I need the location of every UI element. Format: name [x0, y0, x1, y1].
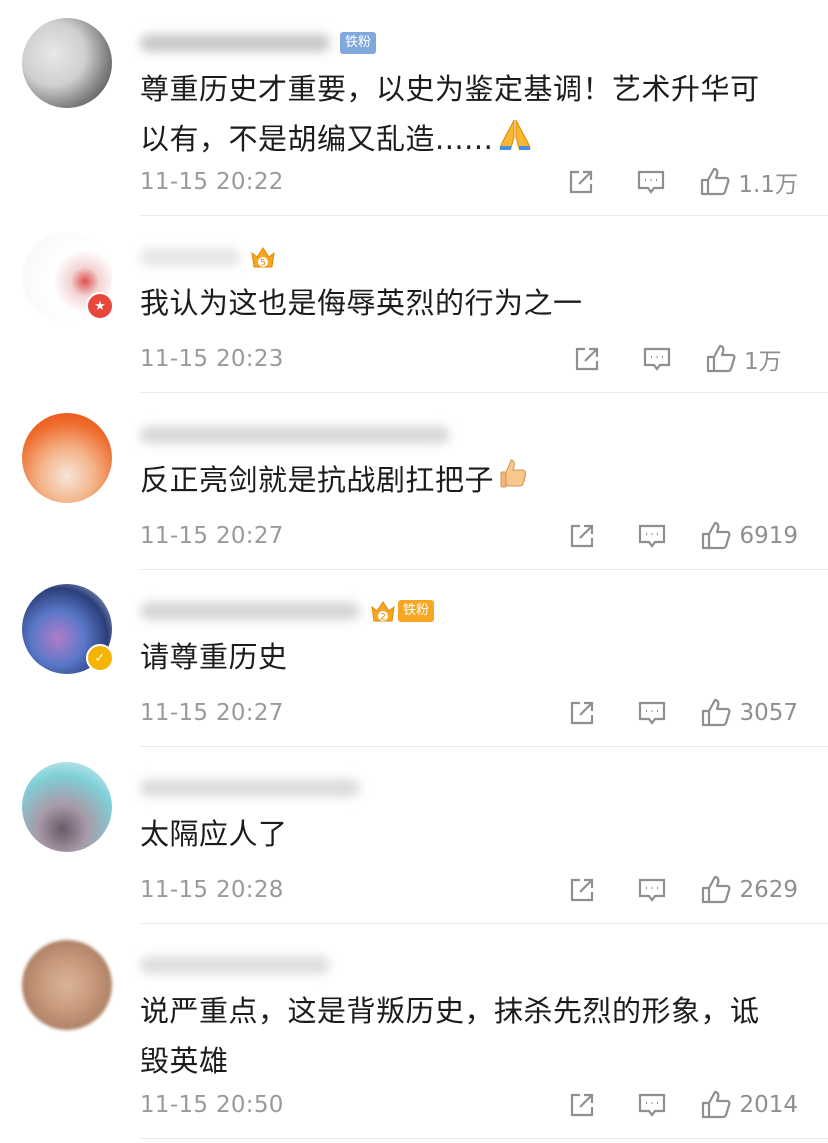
like-button[interactable]: 6919: [699, 519, 798, 553]
comment-text: 太隔应人了: [140, 809, 784, 859]
username-blurred[interactable]: [140, 426, 450, 444]
comment-text-content: 反正亮剑就是抗战剧扛把子: [140, 463, 495, 497]
comment-time: 11-15 20:27: [140, 523, 284, 549]
like-button[interactable]: 3057: [699, 696, 798, 730]
divider: [140, 392, 828, 393]
thumbs-up-icon: [498, 457, 530, 507]
avatar[interactable]: [22, 940, 112, 1030]
fan-badge: 铁粉: [398, 600, 435, 622]
divider: [140, 1138, 828, 1139]
username-row[interactable]: [140, 773, 370, 803]
comment-time: 11-15 20:50: [140, 1092, 284, 1118]
comment-icon[interactable]: [635, 519, 669, 553]
comment-actions: 3057: [565, 693, 798, 733]
comment-text: 我认为这也是侮辱英烈的行为之一: [140, 278, 784, 328]
comment-icon[interactable]: [635, 1088, 669, 1122]
avatar[interactable]: ✓: [22, 584, 114, 674]
comment-actions: 1.1万: [564, 162, 798, 202]
like-icon[interactable]: [699, 519, 733, 553]
comment-actions: 6919: [565, 516, 798, 556]
comment-text: 尊重历史才重要，以史为鉴定基调！艺术升华可以有，不是胡编又乱造......: [140, 64, 784, 166]
like-count: 6919: [739, 523, 798, 549]
comment-text: 说严重点，这是背叛历史，抹杀先烈的形象，诋毁英雄: [140, 986, 784, 1086]
comment-actions: 2014: [565, 1085, 798, 1125]
verified-badge-icon: ✓: [86, 644, 114, 672]
like-count: 2629: [739, 877, 798, 903]
comment-time: 11-15 20:22: [140, 169, 284, 195]
avatar[interactable]: ★: [22, 232, 114, 322]
comment-meta: 11-15 20:27 3057: [140, 693, 798, 733]
like-icon[interactable]: [699, 1088, 733, 1122]
username-blurred[interactable]: [140, 779, 360, 797]
like-icon[interactable]: [704, 342, 738, 376]
share-icon[interactable]: [565, 873, 599, 907]
username-row[interactable]: 5: [140, 242, 278, 272]
share-icon[interactable]: [570, 342, 604, 376]
comment-icon[interactable]: [635, 873, 669, 907]
comment-meta: 11-15 20:50 2014: [140, 1085, 798, 1125]
comment-icon[interactable]: [635, 696, 669, 730]
folded-hands-icon: [497, 116, 533, 166]
username-row[interactable]: [140, 950, 340, 980]
crown-badge-icon: 5: [250, 243, 276, 271]
comment-actions: 1万: [570, 339, 798, 379]
like-button[interactable]: 2014: [699, 1088, 798, 1122]
comment-text-content: 说严重点，这是背叛历史，抹杀先烈的形象，诋毁英雄: [140, 994, 760, 1078]
verified-badge-icon: ★: [86, 292, 114, 320]
username-row[interactable]: 2 铁粉: [140, 596, 435, 626]
username-blurred[interactable]: [140, 602, 360, 620]
divider: [140, 746, 828, 747]
like-button[interactable]: 1.1万: [698, 165, 798, 199]
share-icon[interactable]: [564, 165, 598, 199]
username-row[interactable]: 铁粉: [140, 28, 377, 58]
share-icon[interactable]: [565, 1088, 599, 1122]
comment-time: 11-15 20:27: [140, 700, 284, 726]
username-blurred[interactable]: [140, 956, 330, 974]
avatar[interactable]: [22, 762, 112, 852]
comment-text-content: 请尊重历史: [140, 640, 288, 674]
like-count: 1.1万: [738, 172, 798, 198]
comment-meta: 11-15 20:28 2629: [140, 870, 798, 910]
divider: [140, 923, 828, 924]
comment-actions: 2629: [565, 870, 798, 910]
share-icon[interactable]: [565, 519, 599, 553]
crown-level: 5: [260, 259, 266, 269]
avatar[interactable]: [22, 413, 112, 503]
like-count: 3057: [739, 700, 798, 726]
crown-level: 2: [380, 613, 386, 623]
comment-icon[interactable]: [634, 165, 668, 199]
divider: [140, 215, 828, 216]
username-blurred[interactable]: [140, 248, 240, 266]
like-icon[interactable]: [699, 873, 733, 907]
like-icon[interactable]: [699, 696, 733, 730]
fan-badge: 铁粉: [340, 32, 377, 54]
like-button[interactable]: 1万: [704, 342, 798, 376]
comment-text: 反正亮剑就是抗战剧扛把子: [140, 455, 784, 507]
comment-text: 请尊重历史: [140, 632, 784, 682]
username-row[interactable]: [140, 420, 460, 450]
comment-icon[interactable]: [640, 342, 674, 376]
comment-meta: 11-15 20:27 6919: [140, 516, 798, 556]
crown-badge-icon: 2: [370, 597, 396, 625]
comment-text-content: 太隔应人了: [140, 817, 288, 851]
comment-meta: 11-15 20:22 1.1万: [140, 162, 798, 202]
avatar[interactable]: [22, 18, 112, 108]
username-blurred[interactable]: [140, 34, 330, 52]
comment-meta: 11-15 20:23 1万: [140, 339, 798, 379]
comment-text-content: 尊重历史才重要，以史为鉴定基调！艺术升华可以有，不是胡编又乱造......: [140, 72, 760, 156]
comment-time: 11-15 20:23: [140, 346, 284, 372]
share-icon[interactable]: [565, 696, 599, 730]
like-count: 2014: [739, 1092, 798, 1118]
like-icon[interactable]: [698, 165, 732, 199]
like-button[interactable]: 2629: [699, 873, 798, 907]
comment-time: 11-15 20:28: [140, 877, 284, 903]
comment-text-content: 我认为这也是侮辱英烈的行为之一: [140, 286, 583, 320]
divider: [140, 569, 828, 570]
like-count: 1万: [744, 349, 782, 375]
